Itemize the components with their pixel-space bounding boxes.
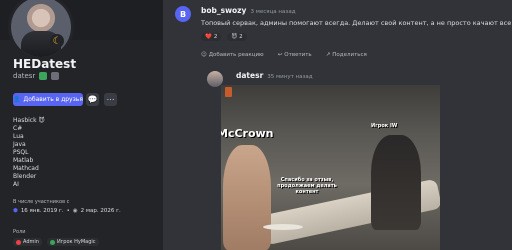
separator-dot: • (66, 208, 70, 214)
add-reaction-label: Добавить реакцию (208, 52, 264, 58)
meme-caption-left: McCrown (221, 127, 274, 140)
reply-label: Ответить (284, 52, 312, 58)
profile-avatar[interactable] (11, 0, 71, 57)
role-pill[interactable]: Игрок HyMagic (46, 238, 99, 246)
role-pill[interactable]: Admin (13, 238, 42, 246)
discord-join-date: 16 янв. 2019 г. (20, 208, 64, 214)
chat-padding (440, 85, 512, 250)
username-row: datesr (13, 72, 60, 80)
about-line: Matlab (13, 157, 34, 164)
meme-caption-center: Спасибо за отзыв, продолжаем делать конт… (277, 177, 337, 195)
username: datesr (13, 72, 36, 80)
role-color-dot (16, 239, 21, 245)
chat-bubble-icon: 💬 (87, 95, 98, 104)
msg1-avatar[interactable]: B (175, 6, 191, 22)
reply-icon: ↩ (277, 52, 283, 58)
add-friend-label: Добавить в друзья (23, 96, 83, 103)
profile-panel: ☾ HEDatest datesr 👤 Добавить в друзья 💬 … (0, 0, 163, 250)
join-dates: ⬢ 16 янв. 2019 г. • ◉ 2 мар. 2026 г. (13, 208, 121, 214)
meme-plate (263, 224, 303, 230)
member-since-label: В числе участников с (13, 199, 70, 205)
image-tag-icon (225, 87, 232, 97)
server-icon: ◉ (72, 208, 78, 214)
server-join-date: 2 мар. 2026 г. (80, 208, 121, 214)
server-badge-icon (51, 72, 60, 80)
msg1-header: bob_swozy 3 месяца назад (201, 6, 296, 15)
msg1-author[interactable]: bob_swozy (201, 6, 246, 15)
status-moon-icon: ☾ (50, 34, 64, 48)
reaction-count: 2 (213, 34, 218, 40)
chat-area: B bob_swozy 3 месяца назад Топовый серва… (163, 0, 512, 250)
msg1-time: 3 месяца назад (250, 9, 296, 15)
nitro-badge-icon (39, 72, 48, 80)
add-friend-button[interactable]: 👤 Добавить в друзья (13, 93, 83, 106)
reaction-count: 2 (239, 34, 243, 40)
about-line: Blender (13, 173, 37, 180)
msg2-header: datesr 35 минут назад (236, 71, 313, 80)
roles-label: Роли (13, 229, 26, 235)
add-reaction-button[interactable]: ☺ Добавить реакцию (201, 52, 264, 58)
msg2-author[interactable]: datesr (236, 71, 263, 80)
meme-person-right (371, 135, 421, 230)
about-line: Mathcad (13, 165, 39, 172)
about-line: AI (13, 181, 19, 188)
message-actions: ☺ Добавить реакцию ↩ Ответить ↗ Поделить… (201, 52, 367, 58)
msg1-text: Топовый сервак, админы помогают всегда. … (201, 19, 512, 27)
reply-button[interactable]: ↩ Ответить (278, 52, 312, 58)
about-line: PSQL (13, 149, 29, 156)
about-line: C# (13, 125, 23, 132)
meme-caption-right: Игрок IW (371, 123, 398, 129)
reactions-row: ❤️ 2 😈 2 (201, 33, 247, 41)
add-user-icon: 👤 (13, 96, 21, 103)
discord-logo-icon: ⬢ (13, 208, 18, 214)
about-line: Hasbick 😈 (13, 117, 45, 124)
role-name: Admin (23, 239, 39, 245)
role-name: Игрок HyMagic (56, 239, 96, 245)
share-button[interactable]: ↗ Поделиться (326, 52, 367, 58)
about-line: Java (13, 141, 26, 148)
meme-person-left (223, 145, 271, 250)
msg2-time: 35 минут назад (267, 74, 313, 80)
more-options-button[interactable]: ⋯ (104, 93, 117, 106)
share-label: Поделиться (332, 52, 367, 58)
heart-emoji-icon: ❤️ (205, 34, 212, 40)
add-reaction-icon: ☺ (201, 52, 207, 58)
about-me: Hasbick 😈 C# Lua Java PSQL Matlab Mathca… (13, 117, 45, 189)
more-dots-icon: ⋯ (106, 95, 115, 104)
share-icon: ↗ (325, 52, 331, 58)
display-name: HEDatest (13, 57, 77, 71)
profile-avatar-frame[interactable] (8, 0, 74, 60)
reaction-devil[interactable]: 😈 2 (227, 33, 247, 41)
role-color-dot (49, 239, 55, 245)
roles-list: Admin Игрок HyMagic (13, 238, 99, 246)
about-line: Lua (13, 133, 24, 140)
devil-emoji-icon: 😈 (231, 34, 238, 40)
reaction-heart[interactable]: ❤️ 2 (201, 33, 222, 41)
meme-image[interactable]: McCrown Игрок IW Спасибо за отзыв, продо… (221, 85, 440, 250)
message-button[interactable]: 💬 (86, 93, 99, 106)
